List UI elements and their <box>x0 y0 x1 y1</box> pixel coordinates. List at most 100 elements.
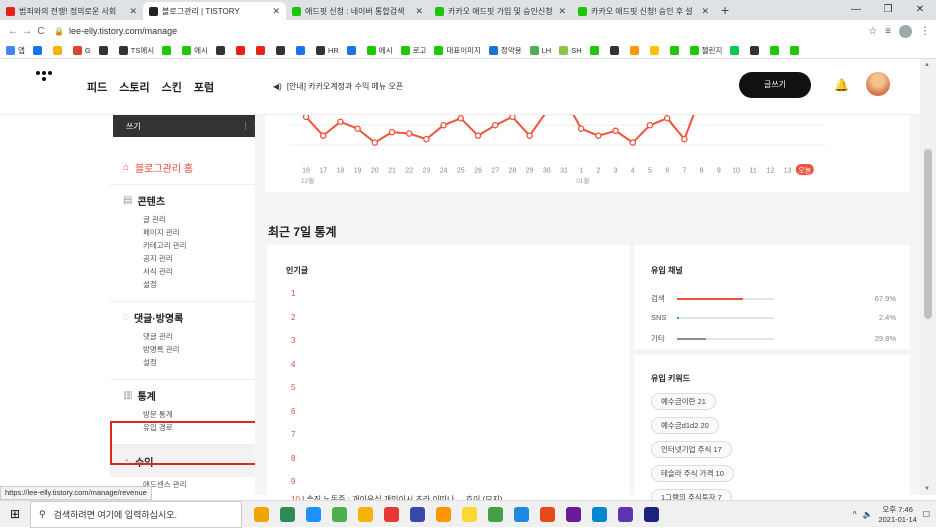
chart-point[interactable] <box>440 121 447 129</box>
sidebar-group-title[interactable]: 댓글·방명록 <box>134 310 183 325</box>
star-icon[interactable]: ☆ <box>868 26 877 37</box>
taskbar-app-icon[interactable] <box>644 506 659 522</box>
keyword-chip[interactable]: 예수금이란 21 <box>651 393 716 410</box>
chart-point[interactable] <box>491 121 499 129</box>
bookmark-item[interactable] <box>730 45 742 55</box>
bookmark-item[interactable] <box>589 45 602 55</box>
sidebar-subitem[interactable]: 카테고리 관리 <box>123 239 256 252</box>
minimize-button[interactable]: — <box>840 0 872 20</box>
bookmark-item[interactable]: SH <box>559 45 582 55</box>
keyword-chip[interactable]: 테슬라 주식 가격 10 <box>651 465 734 482</box>
bookmark-item[interactable] <box>295 45 308 55</box>
taskbar-app-icon[interactable] <box>566 506 581 522</box>
tistory-logo[interactable] <box>36 71 52 81</box>
scroll-up-icon[interactable]: ▲ <box>924 62 930 68</box>
sidebar-subitem[interactable]: 글 관리 <box>123 213 256 226</box>
top-nav-item[interactable]: 스토리 <box>119 79 149 95</box>
browser-tab[interactable]: 카카오 애드핏 가입 및 승인신청 ✕ <box>429 2 572 20</box>
taskbar-app-icon[interactable] <box>618 506 633 522</box>
bookmark-item[interactable] <box>275 45 288 55</box>
forward-button[interactable]: → <box>20 26 34 37</box>
taskbar-app-icon[interactable] <box>540 506 555 522</box>
chart-point[interactable] <box>663 115 671 122</box>
chart-point[interactable] <box>595 132 602 139</box>
taskbar-search[interactable]: ⚲ 검색하려면 여기에 입력하십시오. <box>30 500 242 528</box>
avatar[interactable] <box>866 72 890 96</box>
chart-point[interactable] <box>526 132 533 139</box>
url-field[interactable]: 🔒 lee-elly.tistory.com/manage <box>54 23 868 39</box>
taskbar-app-icon[interactable] <box>332 506 347 522</box>
bell-icon[interactable]: 🔔 <box>834 78 849 92</box>
chart-point[interactable] <box>577 125 585 132</box>
bookmark-item[interactable]: 정약용 <box>488 45 522 56</box>
bookmark-item[interactable]: LH <box>529 45 551 55</box>
chart-point[interactable] <box>354 125 361 132</box>
taskbar-app-icon[interactable] <box>436 506 451 522</box>
chart-point[interactable] <box>612 127 619 135</box>
tray-up-icon[interactable]: ^ <box>853 510 857 519</box>
maximize-button[interactable]: ❐ <box>872 0 904 20</box>
chart-point[interactable] <box>646 121 654 129</box>
bookmark-item[interactable]: 에시 <box>182 45 208 56</box>
write-post-button[interactable]: 글쓰기 <box>739 72 811 98</box>
bookmark-item[interactable] <box>629 45 642 55</box>
chart-point[interactable] <box>319 132 327 139</box>
bookmark-item[interactable]: 로고 <box>400 45 426 56</box>
windows-start-icon[interactable]: ⊞ <box>0 507 30 521</box>
bookmark-item[interactable]: HR <box>315 45 339 55</box>
close-tab-icon[interactable]: ✕ <box>129 6 137 17</box>
reload-button[interactable]: C <box>34 26 48 37</box>
sidebar-subitem[interactable]: 방문 통계 <box>123 408 256 421</box>
browser-tab[interactable]: 범죄와의 전쟁! 정의로운 사회 ✕ <box>0 2 143 20</box>
bookmark-item[interactable] <box>235 45 248 55</box>
bookmark-item[interactable] <box>162 45 174 55</box>
bookmark-item[interactable]: 젤린지 <box>689 45 722 56</box>
menu-icon[interactable]: ⋮ <box>920 26 930 37</box>
bookmark-item[interactable] <box>649 45 662 55</box>
chart-point[interactable] <box>423 135 430 143</box>
taskbar-app-icon[interactable] <box>280 506 295 522</box>
close-tab-icon[interactable]: ✕ <box>701 6 709 17</box>
close-tab-icon[interactable]: ✕ <box>558 6 566 17</box>
browser-tab[interactable]: 카카오 애드핏 신청! 승인 후 설 ✕ <box>572 2 715 20</box>
sidebar-subitem[interactable]: 설정 <box>123 356 256 369</box>
taskbar-app-icon[interactable] <box>358 506 373 522</box>
taskbar-app-icon[interactable] <box>410 506 425 522</box>
bookmark-item[interactable]: 에시 <box>366 45 393 56</box>
scroll-down-icon[interactable]: ▼ <box>924 486 930 492</box>
bookmark-item[interactable]: G <box>72 45 91 55</box>
new-tab-button[interactable]: + <box>715 2 735 20</box>
chart-point[interactable] <box>509 113 516 121</box>
taskbar-app-icon[interactable] <box>306 506 321 522</box>
browser-profile-icon[interactable] <box>899 24 912 38</box>
bookmark-item[interactable] <box>750 45 762 55</box>
keyword-chip[interactable]: 예수금d1d2 20 <box>651 417 719 434</box>
bookmark-item[interactable] <box>52 45 65 55</box>
bookmark-item[interactable] <box>215 45 228 55</box>
bookmark-item[interactable] <box>255 45 268 55</box>
bookmark-item[interactable] <box>609 45 622 55</box>
top-nav-item[interactable]: 포럼 <box>194 79 214 95</box>
sidebar-group-title[interactable]: 통계 <box>137 388 155 403</box>
close-tab-icon[interactable]: ✕ <box>272 6 280 17</box>
bookmark-item[interactable] <box>346 45 359 55</box>
chart-point[interactable] <box>474 132 482 139</box>
back-button[interactable]: ← <box>6 26 20 37</box>
chart-point[interactable] <box>388 128 396 136</box>
sidebar-subitem[interactable]: 방명록 관리 <box>123 343 256 356</box>
close-tab-icon[interactable]: ✕ <box>415 6 423 17</box>
chart-point[interactable] <box>371 139 379 146</box>
keyword-chip[interactable]: 인터넷기업 주식 17 <box>651 441 732 458</box>
taskbar-app-icon[interactable] <box>592 506 607 522</box>
taskbar-app-icon[interactable] <box>514 506 529 522</box>
notification-icon[interactable]: ☐ <box>923 510 930 519</box>
sidebar-item-home[interactable]: ⌂ 블로그관리 홈 <box>110 151 269 185</box>
notice-link[interactable]: ◀) [안내] 카카오계정과 수익 메뉴 오픈 <box>273 81 403 92</box>
browser-tab[interactable]: 애드핏 신청 : 네이버 통합검색 ✕ <box>286 2 429 20</box>
taskbar-app-icon[interactable] <box>488 506 503 522</box>
scroll-thumb[interactable] <box>924 149 932 319</box>
bookmark-item[interactable] <box>98 45 111 55</box>
bookmark-item[interactable]: TS에시 <box>118 45 154 56</box>
taskbar-app-icon[interactable] <box>384 506 399 522</box>
sidebar-subitem[interactable]: 페이지 관리 <box>123 226 256 239</box>
